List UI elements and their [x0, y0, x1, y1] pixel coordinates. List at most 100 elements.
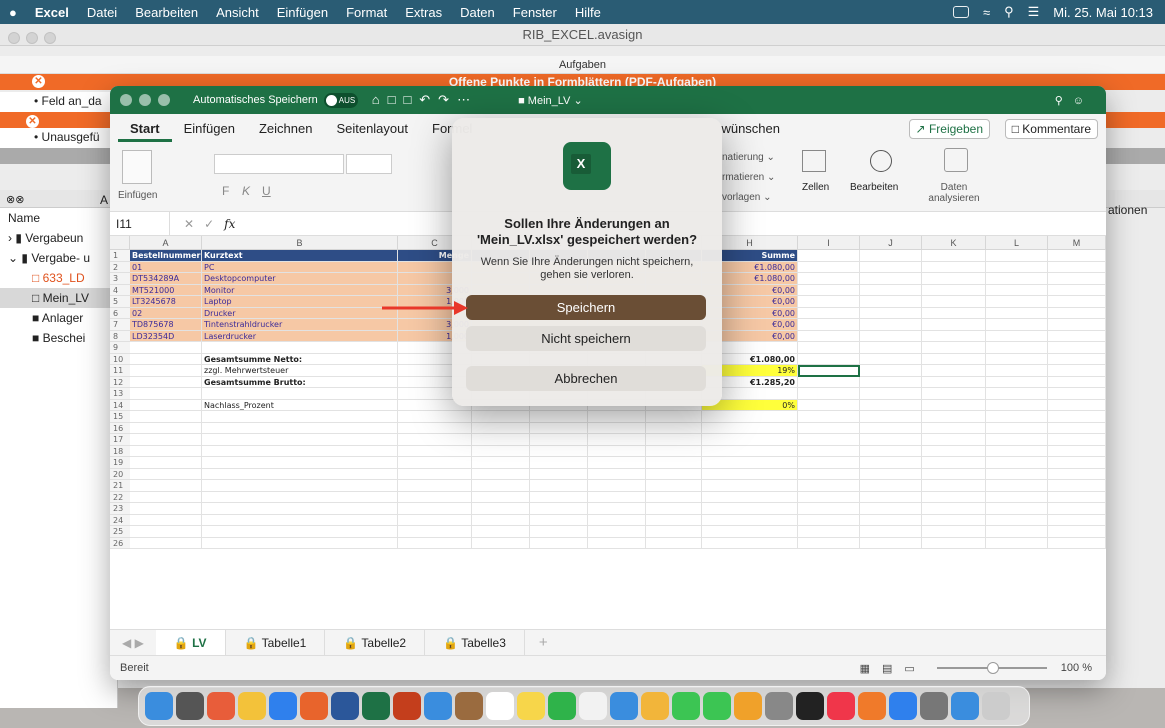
- cell[interactable]: [986, 353, 1048, 365]
- cell[interactable]: [1048, 537, 1106, 549]
- cell[interactable]: [130, 445, 202, 457]
- cell[interactable]: [922, 514, 986, 526]
- numbers-icon[interactable]: [548, 692, 576, 720]
- cell[interactable]: [860, 353, 922, 365]
- cell[interactable]: [472, 537, 530, 549]
- cell[interactable]: [986, 411, 1048, 423]
- cell[interactable]: [130, 353, 202, 365]
- bold-button[interactable]: F: [222, 184, 229, 198]
- row-header[interactable]: 22: [110, 491, 130, 503]
- search-icon[interactable]: ⚲☺: [1055, 94, 1094, 107]
- save-button[interactable]: Speichern: [466, 295, 706, 320]
- cell[interactable]: [202, 503, 398, 515]
- tree-item[interactable]: ⌄ ▮ Vergabe- u: [0, 248, 117, 268]
- pages-icon[interactable]: [734, 692, 762, 720]
- cell[interactable]: [986, 261, 1048, 273]
- cell[interactable]: [130, 365, 202, 377]
- cell[interactable]: [588, 457, 646, 469]
- cell[interactable]: [702, 434, 798, 446]
- cell[interactable]: [922, 261, 986, 273]
- cell[interactable]: [588, 537, 646, 549]
- cell[interactable]: [798, 537, 860, 549]
- cell[interactable]: [646, 457, 702, 469]
- cell[interactable]: [986, 468, 1048, 480]
- cell[interactable]: [986, 526, 1048, 538]
- apple-icon[interactable]: ●: [0, 5, 26, 20]
- cell[interactable]: [798, 457, 860, 469]
- menu-insert[interactable]: Einfügen: [268, 5, 337, 20]
- cell[interactable]: [986, 457, 1048, 469]
- cell[interactable]: [530, 537, 588, 549]
- row-header[interactable]: 7: [110, 319, 130, 331]
- cell[interactable]: [798, 261, 860, 273]
- cell[interactable]: [1048, 480, 1106, 492]
- cell[interactable]: [1048, 434, 1106, 446]
- minimize-button[interactable]: [139, 94, 151, 106]
- cell[interactable]: [472, 457, 530, 469]
- row-header[interactable]: 19: [110, 457, 130, 469]
- sheet-tab[interactable]: 🔒 Tabelle3: [425, 629, 525, 656]
- cell[interactable]: [588, 503, 646, 515]
- cell[interactable]: [398, 411, 472, 423]
- cell[interactable]: [130, 399, 202, 411]
- cell[interactable]: [860, 296, 922, 308]
- cell[interactable]: [702, 468, 798, 480]
- row-header[interactable]: 13: [110, 388, 130, 400]
- cell[interactable]: [1048, 330, 1106, 342]
- name-box[interactable]: I11: [110, 212, 170, 235]
- cell[interactable]: [588, 422, 646, 434]
- cell[interactable]: [1048, 296, 1106, 308]
- cell[interactable]: [530, 468, 588, 480]
- select-all[interactable]: [110, 236, 130, 250]
- cell[interactable]: [922, 537, 986, 549]
- cell[interactable]: [922, 342, 986, 354]
- cell[interactable]: [646, 445, 702, 457]
- books-icon[interactable]: [858, 692, 886, 720]
- cell[interactable]: [860, 388, 922, 400]
- grid-icon[interactable]: [238, 692, 266, 720]
- paste-icon[interactable]: [122, 150, 152, 184]
- cell[interactable]: [588, 411, 646, 423]
- cell[interactable]: MT521000: [130, 284, 202, 296]
- cell[interactable]: [530, 434, 588, 446]
- cell[interactable]: [1048, 342, 1106, 354]
- cell[interactable]: Monitor: [202, 284, 398, 296]
- cell[interactable]: [922, 526, 986, 538]
- cell[interactable]: [986, 296, 1048, 308]
- cell[interactable]: [202, 434, 398, 446]
- cell[interactable]: [1048, 388, 1106, 400]
- cell[interactable]: [588, 445, 646, 457]
- cell[interactable]: [588, 526, 646, 538]
- cell[interactable]: [1048, 365, 1106, 377]
- cell[interactable]: [922, 250, 986, 262]
- cell[interactable]: [986, 365, 1048, 377]
- cell[interactable]: [1048, 284, 1106, 296]
- cell[interactable]: [922, 457, 986, 469]
- row-header[interactable]: 17: [110, 434, 130, 446]
- wifi-icon[interactable]: ≈: [983, 5, 990, 20]
- cell[interactable]: [922, 365, 986, 377]
- cell[interactable]: [986, 330, 1048, 342]
- cell[interactable]: [860, 457, 922, 469]
- cell[interactable]: [986, 445, 1048, 457]
- cell[interactable]: [398, 503, 472, 515]
- cell[interactable]: [1048, 319, 1106, 331]
- cell[interactable]: [986, 376, 1048, 388]
- cell[interactable]: [472, 514, 530, 526]
- cell[interactable]: [646, 411, 702, 423]
- excel-icon[interactable]: [362, 692, 390, 720]
- cell[interactable]: [860, 376, 922, 388]
- cell[interactable]: [798, 526, 860, 538]
- facetime-icon[interactable]: [703, 692, 731, 720]
- cell[interactable]: [922, 445, 986, 457]
- row-header[interactable]: 5: [110, 296, 130, 308]
- cell-styles[interactable]: vorlagen ⌄: [722, 192, 772, 203]
- cell[interactable]: [922, 468, 986, 480]
- cell[interactable]: [798, 411, 860, 423]
- cell[interactable]: [1048, 376, 1106, 388]
- cell[interactable]: Desktopcomputer: [202, 273, 398, 285]
- sheet-tab[interactable]: 🔒 Tabelle1: [226, 629, 326, 656]
- cell[interactable]: [1048, 353, 1106, 365]
- row-header[interactable]: 14: [110, 399, 130, 411]
- cell[interactable]: [588, 514, 646, 526]
